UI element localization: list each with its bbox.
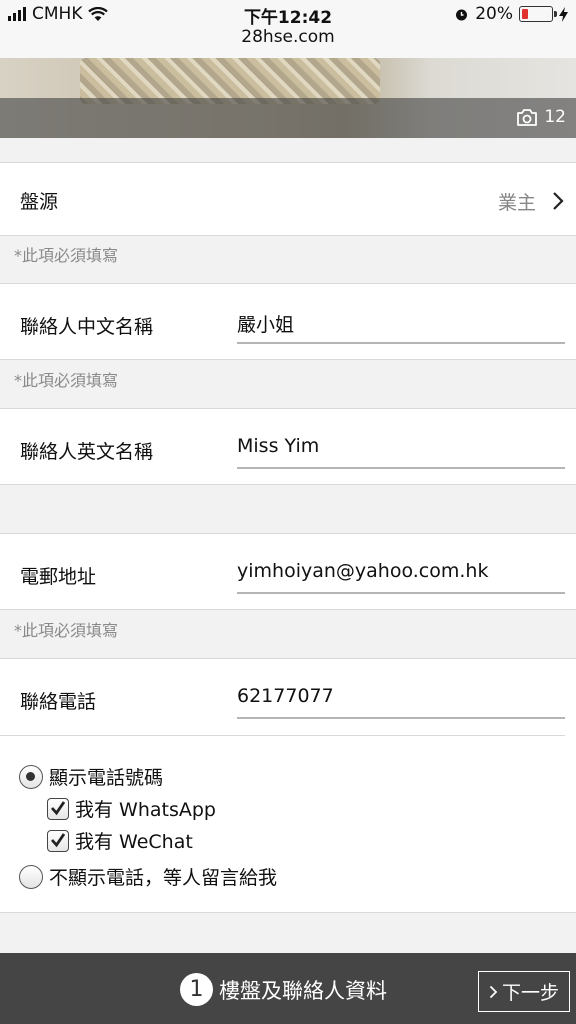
phone-input[interactable]: 62177077 [237, 679, 565, 719]
phone-section: 聯絡電話 62177077 顯示電話號碼 我有 WhatsApp 我有 WeCh… [0, 658, 576, 913]
phone-value: 62177077 [237, 685, 334, 707]
checkmark-icon [50, 800, 66, 815]
bottom-bar: 1 樓盤及聯絡人資料 下一步 [0, 953, 576, 1024]
required-note: *此項必須填寫 [14, 371, 119, 390]
email-input[interactable]: yimhoiyan@yahoo.com.hk [237, 554, 565, 594]
wechat-label: 我有 WeChat [75, 831, 193, 853]
battery-icon [519, 6, 557, 22]
whatsapp-label: 我有 WhatsApp [75, 799, 216, 821]
next-step-button[interactable]: 下一步 [478, 971, 570, 1012]
show-phone-option[interactable]: 顯示電話號碼 [19, 763, 163, 790]
whatsapp-checkbox[interactable] [47, 797, 69, 820]
phone-label: 聯絡電話 [20, 691, 97, 713]
whatsapp-option[interactable]: 我有 WhatsApp [47, 795, 216, 822]
hide-phone-radio[interactable] [19, 864, 43, 889]
required-note: *此項必須填寫 [14, 246, 119, 265]
email-row: 電郵地址 yimhoiyan@yahoo.com.hk [0, 533, 576, 610]
contact-cn-name-row: 聯絡人中文名稱 嚴小姐 [0, 283, 576, 360]
camera-icon [517, 108, 538, 126]
battery-percent: 20% [475, 4, 513, 24]
hide-phone-label: 不顯示電話，等人留言給我 [49, 867, 278, 889]
alarm-icon [456, 9, 468, 20]
step-title: 樓盤及聯絡人資料 [219, 978, 387, 1003]
email-value: yimhoiyan@yahoo.com.hk [237, 560, 489, 582]
status-right: 20% [454, 4, 568, 24]
property-photo[interactable]: 12 [0, 58, 576, 138]
contact-en-name-row: 聯絡人英文名稱 Miss Yim [0, 408, 576, 485]
source-row[interactable]: 盤源 業主 [0, 162, 576, 236]
wechat-checkbox[interactable] [47, 829, 69, 852]
show-phone-label: 顯示電話號碼 [49, 767, 164, 789]
contact-cn-name-value: 嚴小姐 [237, 314, 295, 336]
show-phone-radio[interactable] [19, 764, 43, 789]
page-url[interactable]: 28hse.com [0, 27, 576, 47]
contact-en-name-input[interactable]: Miss Yim [237, 429, 565, 469]
photo-caption-band [0, 98, 576, 138]
photo-count: 12 [516, 107, 566, 127]
contact-cn-name-label: 聯絡人中文名稱 [20, 316, 154, 338]
photo-count-value: 12 [544, 107, 566, 127]
step-number: 1 [180, 973, 213, 1006]
hide-phone-option[interactable]: 不顯示電話，等人留言給我 [19, 863, 277, 890]
email-label: 電郵地址 [20, 566, 97, 588]
source-label: 盤源 [20, 191, 59, 213]
checkmark-icon [50, 832, 66, 847]
chevron-right-icon [489, 985, 498, 998]
divider [0, 735, 565, 736]
contact-cn-name-input[interactable]: 嚴小姐 [237, 304, 565, 344]
contact-en-name-value: Miss Yim [237, 435, 320, 457]
required-note: *此項必須填寫 [14, 621, 119, 640]
contact-en-name-label: 聯絡人英文名稱 [20, 441, 154, 463]
step-indicator: 1 樓盤及聯絡人資料 [180, 973, 387, 1006]
chevron-right-icon [553, 192, 564, 210]
status-bar: CMHK 下午12:42 28hse.com 20% [0, 0, 576, 58]
charging-bolt-icon [559, 6, 568, 22]
next-step-label: 下一步 [501, 982, 559, 1004]
wechat-option[interactable]: 我有 WeChat [47, 827, 193, 854]
source-value: 業主 [497, 192, 536, 214]
